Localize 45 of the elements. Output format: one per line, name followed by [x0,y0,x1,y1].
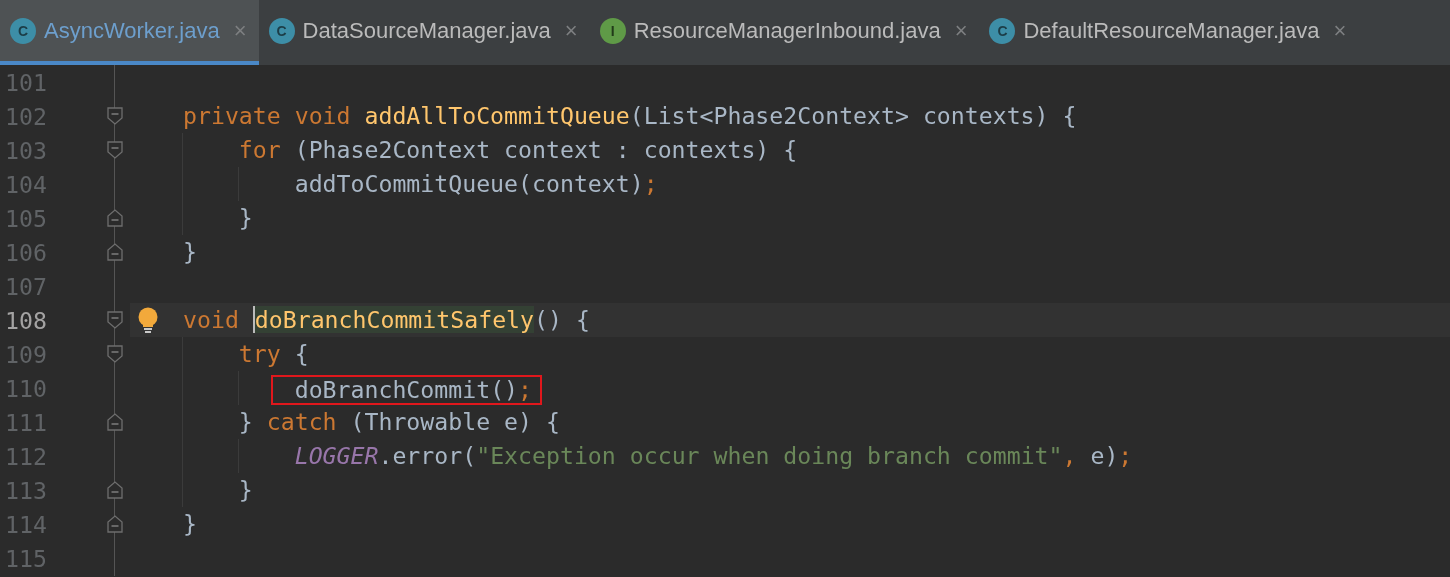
fold-icon[interactable] [107,311,123,329]
line-number: 102 [4,102,48,130]
fold-icon[interactable] [107,515,123,533]
close-icon[interactable]: × [564,17,578,44]
file-type-icon: C [989,17,1016,44]
code-line: } catch (Throwable e) { [237,407,560,437]
code-line: LOGGER.error("Exception occur when doing branch commit", e); [293,441,1133,471]
line-number: 106 [4,238,48,266]
fold-icon[interactable] [107,209,123,227]
line-number: 115 [4,544,48,572]
close-icon[interactable]: × [954,17,968,44]
line-number: 114 [4,510,48,538]
fold-icon[interactable] [107,345,123,363]
line-number: 113 [4,476,48,504]
lightbulb-icon[interactable] [137,307,159,333]
line-number: 105 [4,204,48,232]
code-line: } [183,237,197,267]
file-type-icon: I [599,17,626,44]
code-line: } [237,475,253,505]
code-line: } [183,509,197,539]
fold-icon[interactable] [107,107,123,125]
line-number: 103 [4,136,48,164]
file-tab[interactable]: C AsyncWorker.java × [0,0,259,65]
line-number: 112 [4,442,48,470]
code-line: for (Phase2Context context : contexts) { [237,135,798,165]
code-line: void doBranchCommitSafely() { [183,305,590,335]
close-icon[interactable]: × [233,17,247,44]
code-line: private void addAllToCommitQueue(List<Phase2Context> contexts) { [183,101,1077,131]
file-type-icon: C [268,17,295,44]
line-number: 108 [4,306,48,334]
code-line: addToCommitQueue(context); [293,169,658,199]
close-icon[interactable]: × [1333,17,1347,44]
file-type-icon: C [10,17,36,44]
line-number: 109 [4,340,48,368]
line-number: 104 [4,170,48,198]
line-number: 101 [4,68,48,96]
line-number: 107 [4,272,48,300]
fold-icon[interactable] [107,413,123,431]
fold-icon[interactable] [107,243,123,261]
code-line: try { [237,339,309,369]
fold-icon[interactable] [107,141,123,159]
line-number: 111 [4,408,48,436]
fold-icon[interactable] [107,481,123,499]
code-line: } [237,203,253,233]
line-number: 110 [4,374,48,402]
